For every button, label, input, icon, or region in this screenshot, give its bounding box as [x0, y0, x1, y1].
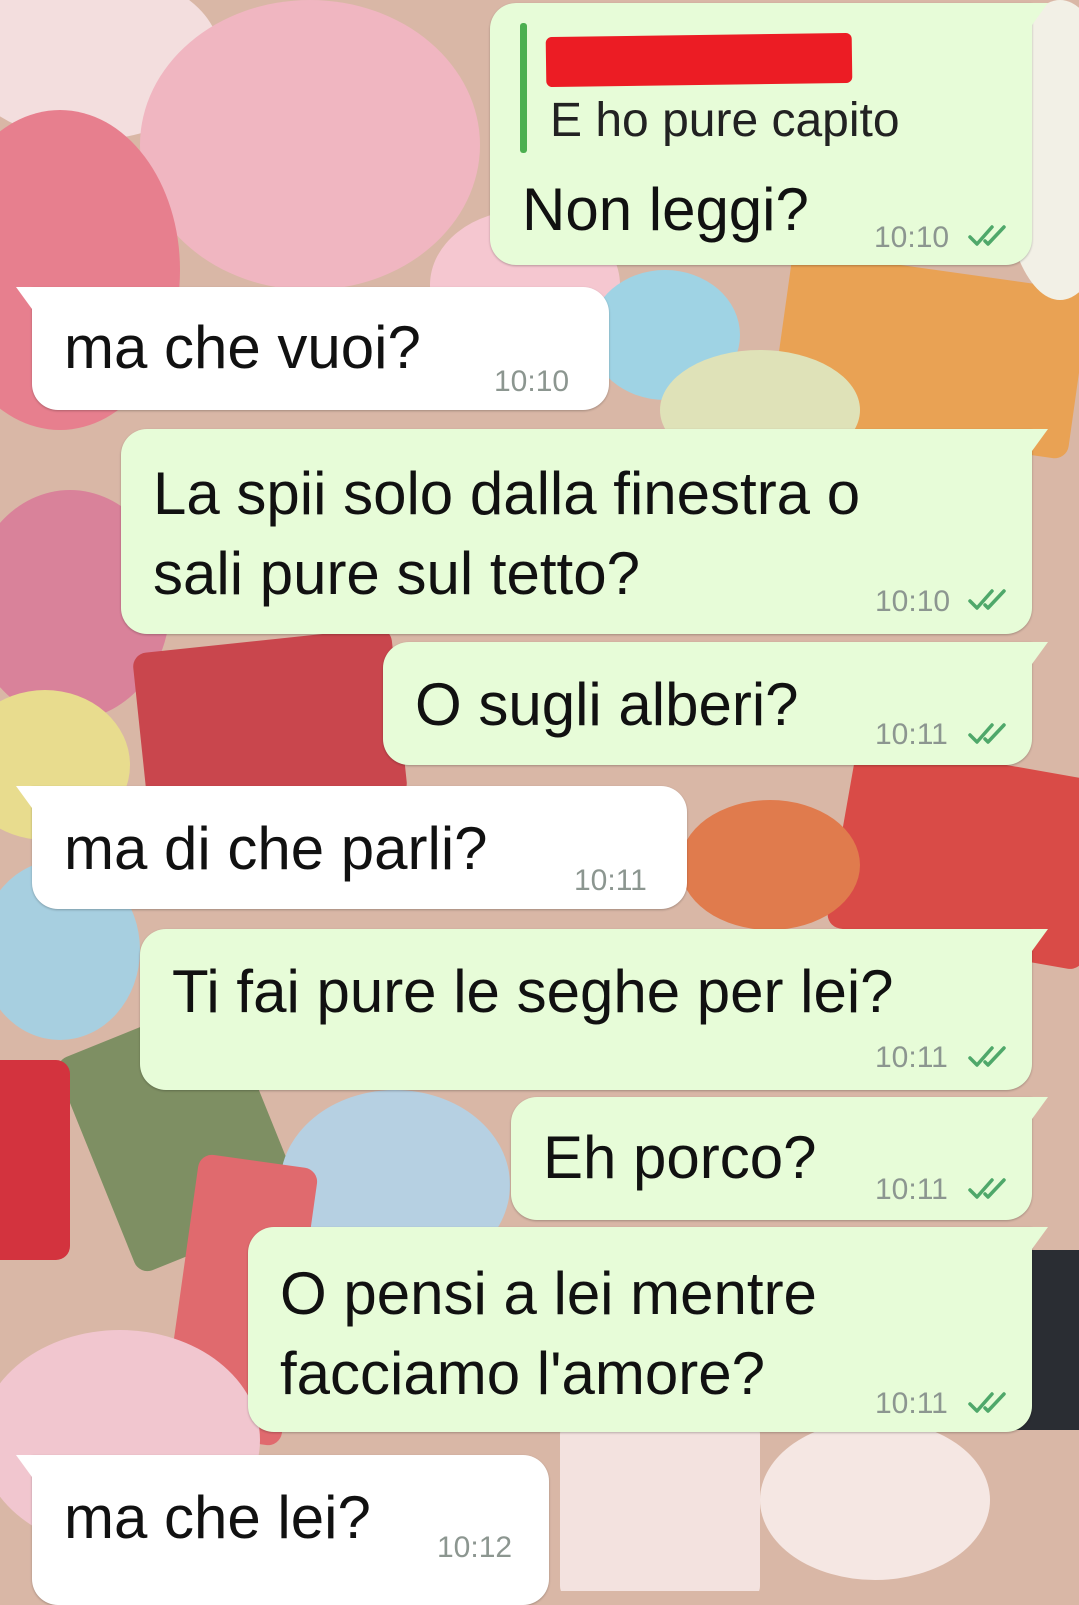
- message-bubble-outgoing[interactable]: Ti fai pure le seghe per lei? 10:11: [140, 929, 1048, 1090]
- message-time: 10:11: [875, 718, 948, 751]
- redacted-name: [545, 32, 853, 88]
- message-bubble-outgoing[interactable]: La spii solo dalla finestra o sali pure …: [121, 429, 1048, 634]
- message-text: Ti fai pure le seghe per lei?: [172, 958, 894, 1025]
- message-bubble-incoming[interactable]: ma che lei? 10:12: [16, 1455, 549, 1605]
- message-time: 10:11: [875, 1387, 948, 1420]
- message-bubble-incoming[interactable]: ma che vuoi? 10:10: [16, 287, 609, 410]
- message-text: Eh porco?: [543, 1124, 817, 1191]
- message-time: 10:11: [574, 864, 647, 897]
- message-time: 10:11: [875, 1173, 948, 1206]
- message-text: ma di che parli?: [64, 815, 488, 882]
- double-check-icon: [968, 1178, 1006, 1199]
- message-text-line: facciamo l'amore?: [280, 1340, 765, 1407]
- message-time: 10:10: [875, 585, 951, 618]
- message-time: 10:11: [875, 1041, 948, 1074]
- message-bubble-outgoing[interactable]: O pensi a lei mentre facciamo l'amore? 1…: [248, 1227, 1048, 1432]
- quote-bar: [520, 23, 527, 153]
- message-time: 10:10: [494, 365, 570, 398]
- message-text: O sugli alberi?: [415, 671, 799, 738]
- message-text-line: sali pure sul tetto?: [153, 540, 640, 607]
- message-bubble-outgoing[interactable]: O sugli alberi? 10:11: [383, 642, 1048, 765]
- double-check-icon: [968, 225, 1006, 246]
- message-text: ma che vuoi?: [64, 314, 421, 381]
- quoted-reply[interactable]: E ho pure capito: [520, 23, 900, 153]
- double-check-icon: [968, 723, 1006, 744]
- message-time: 10:12: [437, 1531, 513, 1564]
- message-text: Non leggi?: [522, 176, 809, 243]
- message-text-line: La spii solo dalla finestra o: [153, 460, 861, 527]
- message-text-line: O pensi a lei mentre: [280, 1260, 817, 1327]
- quoted-text: E ho pure capito: [550, 94, 900, 147]
- message-bubble-incoming[interactable]: ma di che parli? 10:11: [16, 786, 687, 909]
- double-check-icon: [968, 589, 1006, 610]
- double-check-icon: [968, 1046, 1006, 1067]
- double-check-icon: [968, 1392, 1006, 1413]
- message-bubble-outgoing[interactable]: Eh porco? 10:11: [511, 1097, 1048, 1220]
- message-time: 10:10: [874, 221, 950, 254]
- message-bubble-outgoing[interactable]: E ho pure capito Non leggi? 10:10: [490, 3, 1048, 265]
- message-text: ma che lei?: [64, 1484, 371, 1551]
